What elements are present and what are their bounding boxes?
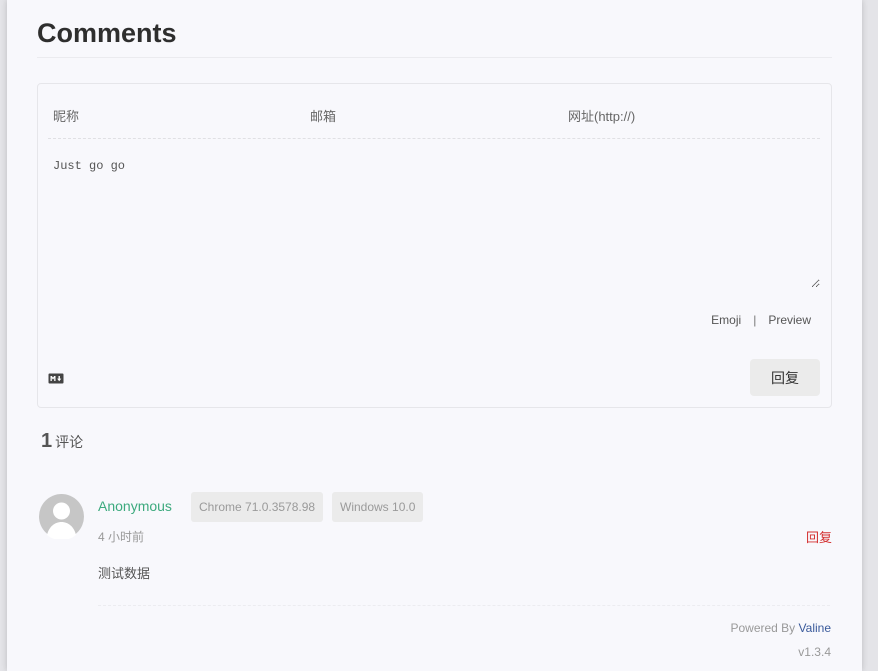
comment-count-number: 1 (41, 430, 53, 452)
browser-badge: Chrome 71.0.3578.98 (191, 492, 324, 522)
reply-button[interactable]: 回复 (806, 527, 832, 546)
comment-editor[interactable]: Just go go (49, 154, 820, 288)
email-input[interactable] (308, 101, 552, 131)
tools-separator: | (753, 313, 757, 327)
version-label: v1.3.4 (798, 645, 831, 659)
preview-button[interactable]: Preview (768, 313, 811, 327)
valine-link[interactable]: Valine (799, 621, 831, 635)
comment-divider (98, 605, 830, 606)
website-input[interactable] (566, 101, 810, 131)
header-divider (48, 138, 820, 139)
nickname-input[interactable] (51, 101, 295, 131)
editor-tools: Emoji | Preview (711, 313, 811, 327)
markdown-icon[interactable] (48, 373, 64, 384)
default-avatar-icon (39, 494, 84, 539)
title-divider (37, 57, 832, 58)
os-badge: Windows 10.0 (332, 492, 424, 522)
comment-form: Just go go Emoji | Preview 回复 (37, 83, 832, 408)
comment-count: 1 评论 (41, 430, 83, 453)
comment-time: 4 小时前 (98, 530, 145, 544)
comment-count-label: 评论 (55, 434, 84, 450)
powered-by-prefix: Powered By (730, 621, 796, 635)
submit-button[interactable]: 回复 (750, 359, 820, 396)
page: Comments Just go go Emoji | Preview 回复 1评论… (7, 0, 862, 671)
comment-author[interactable]: Anonymous (98, 498, 172, 514)
powered-by: Powered By Valine (730, 621, 831, 635)
comment-content: 测试数据 (98, 566, 151, 581)
page-title: Comments (37, 18, 177, 48)
emoji-button[interactable]: Emoji (711, 313, 741, 327)
